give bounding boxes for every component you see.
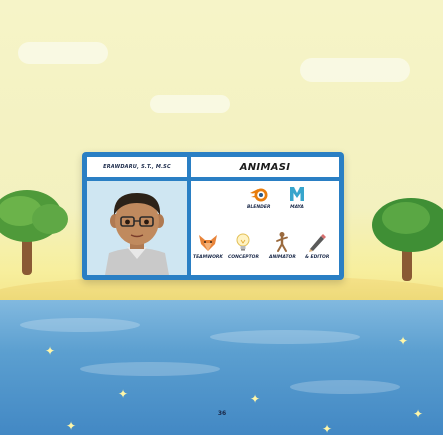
wave — [290, 380, 400, 394]
section-title: ANIMASI — [239, 161, 291, 173]
tree-foliage — [382, 202, 430, 234]
skill-label: MAYA — [290, 205, 304, 210]
walking-figure-icon — [276, 232, 289, 252]
skill-animator: ANIMATOR — [269, 231, 296, 260]
pencil-icon — [309, 234, 327, 252]
skill-editor: & EDITOR — [305, 231, 329, 260]
page-number: 36 — [217, 410, 227, 417]
star-decoration: ✦ — [45, 344, 56, 358]
skill-maya: MAYA — [288, 185, 306, 210]
profile-name-box: ERAWDARU, S.T., M.SC — [87, 157, 187, 177]
star-decoration: ✦ — [322, 422, 333, 435]
cloud — [18, 42, 108, 64]
star-decoration: ✦ — [413, 407, 424, 421]
cloud — [300, 58, 410, 82]
blender-icon — [249, 188, 268, 202]
profile-name: ERAWDARU, S.T., M.SC — [103, 164, 171, 170]
cloud — [150, 95, 230, 113]
star-decoration: ✦ — [250, 392, 261, 406]
skills-panel: BLENDER MAYA TEAMWORK CONCEPTOR ANIMATOR… — [191, 181, 339, 275]
lightbulb-icon — [236, 233, 250, 251]
skill-label: TEAMWORK — [193, 255, 223, 260]
cartoon-avatar-icon — [87, 181, 187, 275]
book-page-illustration: ✦ ✦ ✦ ✦ ✦ ✦ ✦ ERAWDARU, S.T., M.SC ANIMA… — [0, 0, 443, 435]
fox-teamwork-icon — [198, 235, 217, 251]
wave — [80, 362, 220, 376]
profile-card: ERAWDARU, S.T., M.SC ANIMASI BLENDER MAY… — [82, 152, 344, 280]
skill-label: & EDITOR — [305, 255, 330, 260]
wave — [20, 318, 140, 332]
skill-teamwork: TEAMWORK — [193, 231, 223, 260]
wave — [210, 330, 360, 344]
profile-photo — [87, 181, 187, 275]
skill-label: CONCEPTOR — [228, 255, 259, 260]
tree-foliage — [32, 204, 68, 234]
skill-conceptor: CONCEPTOR — [228, 231, 259, 260]
skill-label: BLENDER — [247, 205, 271, 210]
maya-icon — [290, 187, 304, 201]
skill-blender: BLENDER — [247, 185, 270, 210]
skill-label: ANIMATOR — [269, 255, 296, 260]
section-title-box: ANIMASI — [191, 157, 339, 177]
star-decoration: ✦ — [118, 387, 129, 401]
star-decoration: ✦ — [66, 419, 77, 433]
star-decoration: ✦ — [398, 334, 409, 348]
